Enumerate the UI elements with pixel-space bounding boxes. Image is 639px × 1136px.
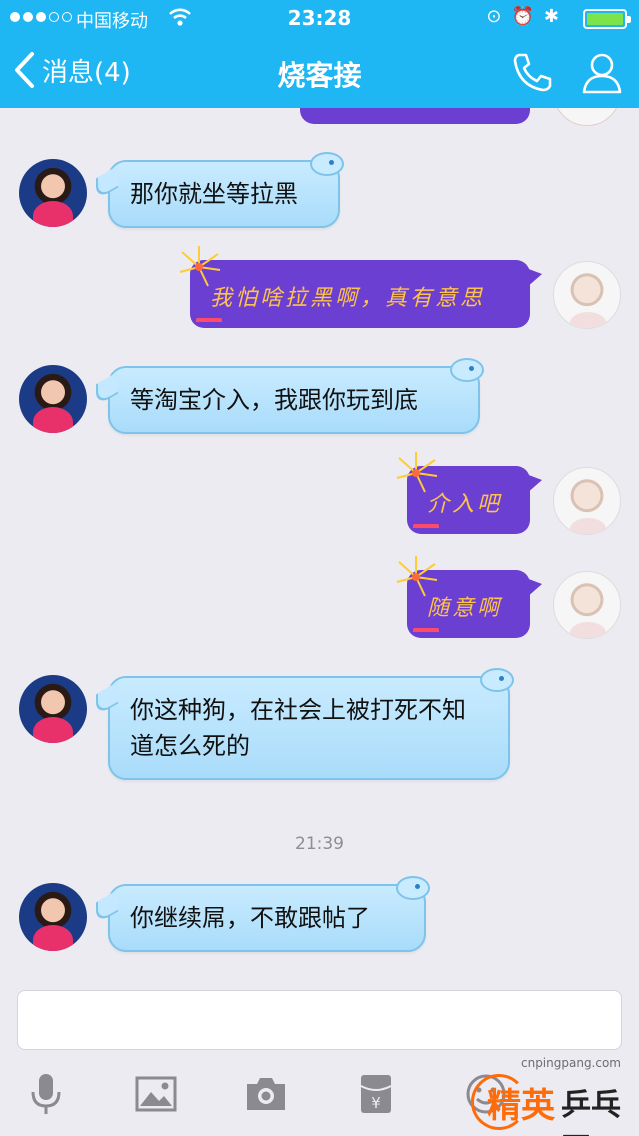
firework-icon	[396, 556, 438, 597]
battery-icon	[583, 9, 631, 29]
avatar[interactable]	[553, 261, 621, 329]
avatar[interactable]	[19, 159, 87, 227]
phone-icon[interactable]	[510, 50, 554, 94]
message-text: 那你就坐等拉黑	[130, 180, 298, 208]
bubble-ear-decoration	[480, 668, 514, 692]
system-icons: ⊙ ⏰ ✱	[486, 6, 559, 27]
avatar[interactable]	[19, 883, 87, 951]
watermark-logo-right: 乒乓网	[561, 1088, 621, 1136]
bubble-ear-decoration	[450, 358, 484, 382]
watermark-logo-left: 精英	[487, 1086, 555, 1126]
avatar[interactable]	[19, 365, 87, 433]
message-text: 等淘宝介入，我跟你玩到底	[130, 386, 418, 414]
message-text: 你继续屌，不敢跟帖了	[130, 904, 370, 932]
message-bubble-outgoing[interactable]	[300, 108, 530, 124]
message-input[interactable]	[17, 990, 622, 1050]
message-bubble-outgoing[interactable]: 我怕啥拉黑啊，真有意思	[179, 246, 542, 328]
message-bubble-incoming[interactable]: 那你就坐等拉黑	[108, 152, 344, 228]
message-bubble-outgoing[interactable]: 随意啊	[396, 556, 542, 638]
header: 中国移动 23:28 ⊙ ⏰ ✱ 消息(4) 烧客接	[0, 0, 639, 108]
svg-text:¥: ¥	[371, 1094, 381, 1112]
chat-screen: 中国移动 23:28 ⊙ ⏰ ✱ 消息(4) 烧客接 那你就坐等拉黑 我怕啥拉黑…	[0, 0, 639, 1136]
message-bubble-incoming[interactable]: 等淘宝介入，我跟你玩到底	[108, 358, 484, 434]
message-list[interactable]: 那你就坐等拉黑 我怕啥拉黑啊，真有意思 等淘宝介入，我跟你玩到底 介入吧 随意啊…	[0, 108, 639, 978]
composer: ¥ cnpingpang.com 精英 乒乓网	[0, 978, 639, 1136]
red-packet-icon[interactable]: ¥	[354, 1072, 398, 1116]
avatar[interactable]	[19, 675, 87, 743]
alarm-icon: ⏰	[511, 6, 534, 27]
message-bubble-outgoing[interactable]: 介入吧	[396, 452, 542, 534]
lantern-decoration	[196, 318, 222, 334]
message-bubble-incoming[interactable]: 你继续屌，不敢跟帖了	[108, 876, 430, 952]
lantern-decoration	[413, 524, 439, 540]
message-bubble-incoming[interactable]: 你这种狗，在社会上被打死不知道怎么死的	[108, 668, 514, 780]
firework-icon	[179, 246, 221, 287]
avatar[interactable]	[553, 467, 621, 535]
avatar[interactable]	[553, 571, 621, 639]
camera-icon[interactable]	[244, 1072, 288, 1116]
image-icon[interactable]	[134, 1072, 178, 1116]
lantern-decoration	[413, 628, 439, 644]
firework-icon	[396, 452, 438, 493]
site-watermark: cnpingpang.com 精英 乒乓网	[471, 1056, 631, 1136]
bubble-ear-decoration	[396, 876, 430, 900]
watermark-url: cnpingpang.com	[520, 1056, 621, 1070]
rotation-lock-icon: ⊙	[486, 6, 502, 27]
profile-icon[interactable]	[580, 50, 624, 94]
microphone-icon[interactable]	[24, 1072, 68, 1116]
bubble-ear-decoration	[310, 152, 344, 176]
nav-bar: 消息(4) 烧客接	[0, 36, 639, 108]
bluetooth-icon: ✱	[543, 6, 559, 27]
message-text: 你这种狗，在社会上被打死不知道怎么死的	[130, 696, 466, 760]
message-text: 我怕啥拉黑啊，真有意思	[210, 286, 486, 311]
status-bar: 中国移动 23:28 ⊙ ⏰ ✱	[0, 0, 639, 36]
message-timestamp: 21:39	[295, 834, 344, 854]
avatar[interactable]	[553, 108, 621, 126]
